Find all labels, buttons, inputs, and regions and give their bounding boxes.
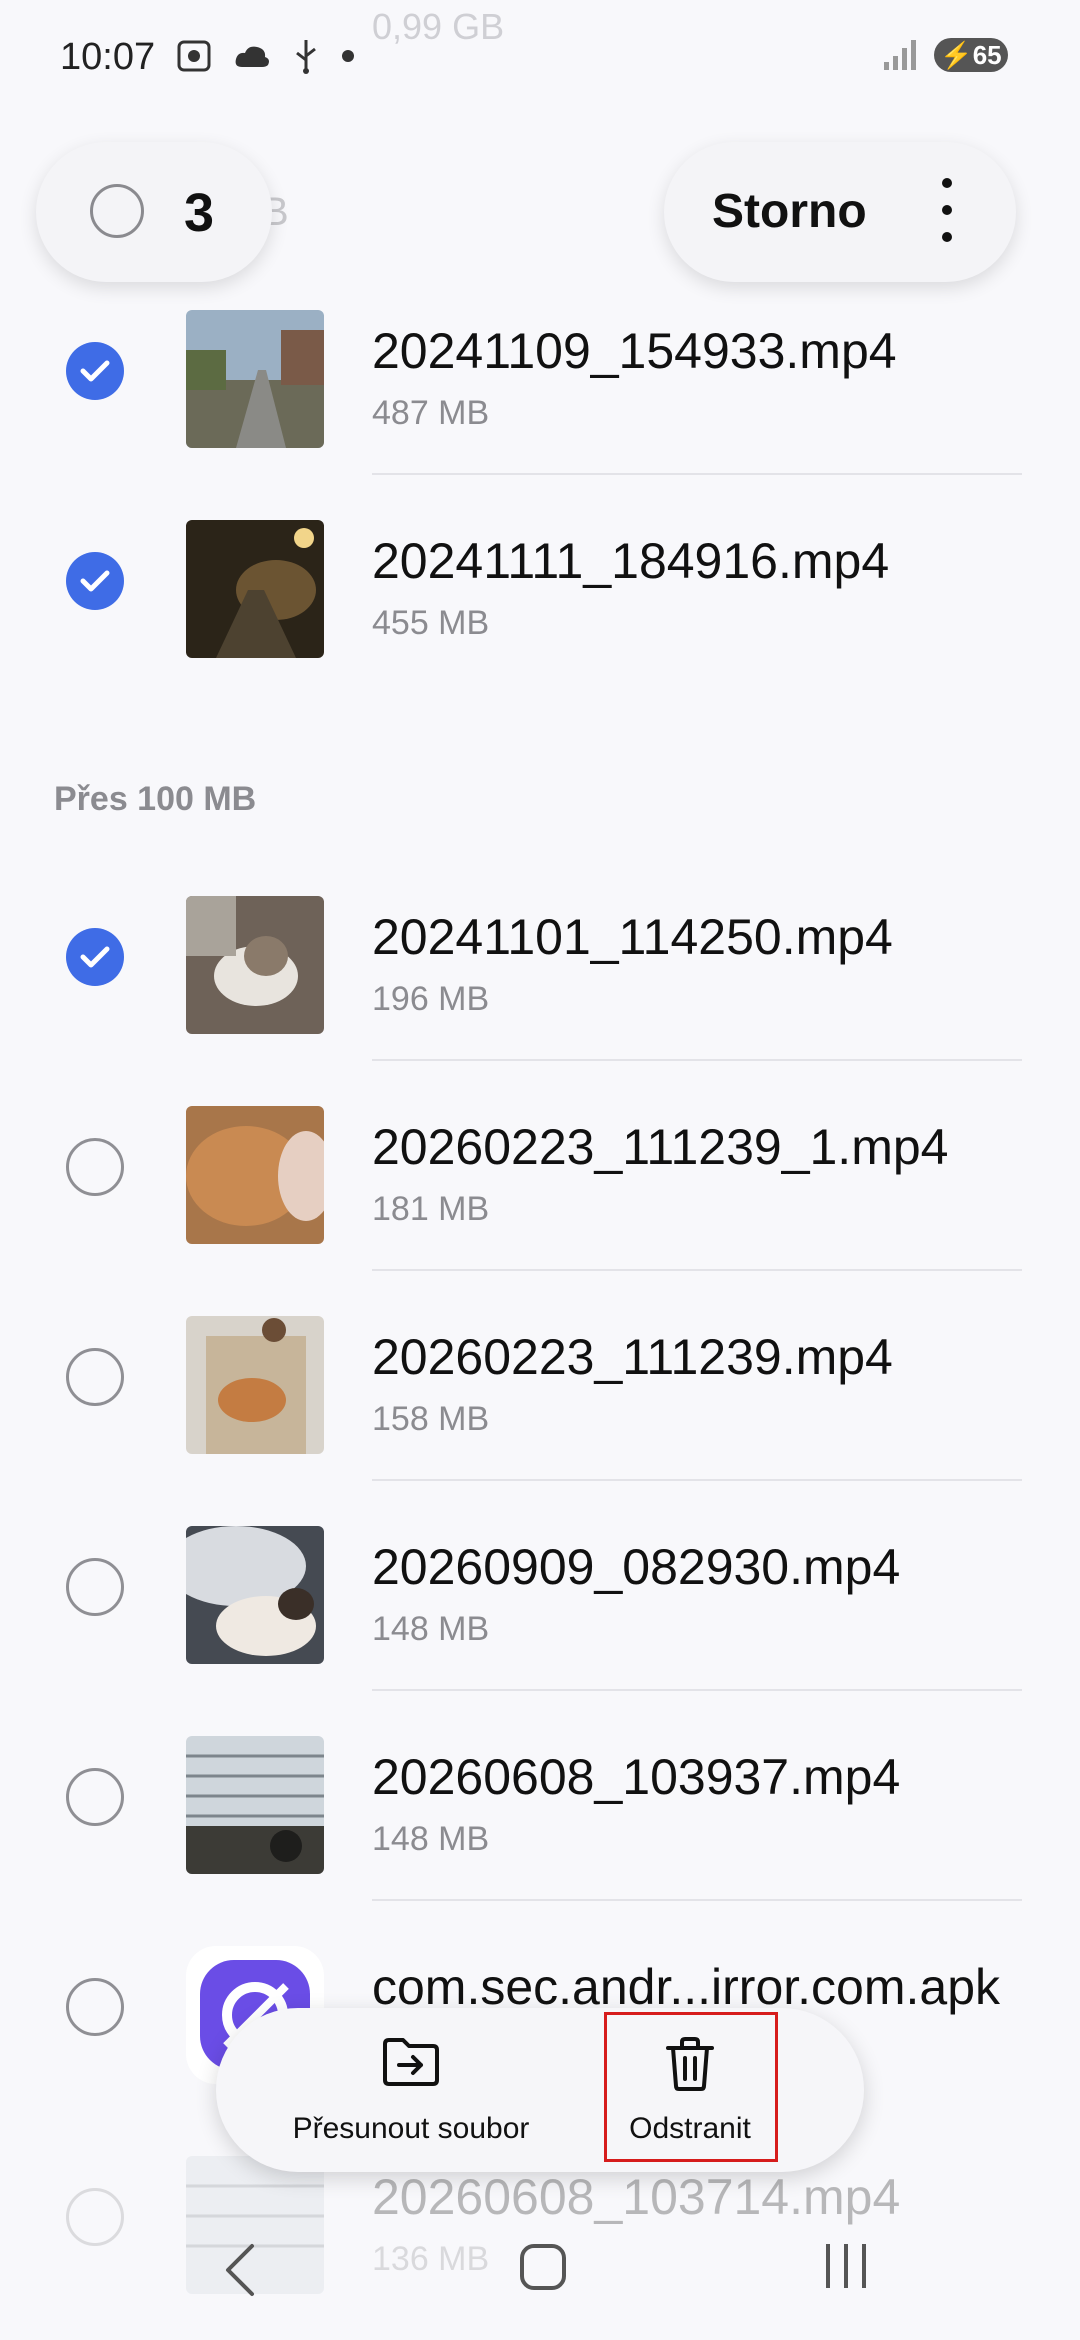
recents-icon[interactable] [826,2244,866,2288]
cancel-pill: Storno [664,142,1016,282]
screenshot-icon [177,40,211,72]
list-item[interactable]: 20241111_184916.mp4 455 MB [0,476,1080,686]
video-thumbnail [186,520,324,658]
back-icon[interactable] [220,2242,260,2298]
file-name: 20260608_103714.mp4 [372,2169,901,2225]
battery-bolt-icon: ⚡ [940,39,973,70]
list-item[interactable]: 20260223_111239.mp4 158 MB [0,1272,1080,1482]
list-item[interactable]: 20241101_114250.mp4 196 MB [0,852,1080,1062]
file-size: 487 MB [372,394,490,432]
file-name: 20260909_082930.mp4 [372,1539,901,1595]
checkbox-unchecked[interactable] [66,1138,124,1196]
video-thumbnail [186,310,324,448]
checkbox-checked[interactable] [66,342,124,400]
section-header: Přes 100 MB [54,780,257,818]
file-size: 148 MB [372,1610,490,1648]
file-name: 20241111_184916.mp4 [372,533,890,589]
file-size: 181 MB [372,1190,490,1228]
battery-level: 65 [972,39,1002,70]
file-name: 20260223_111239_1.mp4 [372,1119,949,1175]
delete-highlight-box [604,2012,778,2162]
file-size: 148 MB [372,1820,490,1858]
list-item[interactable]: 20241109_154933.mp4 487 MB [0,266,1080,476]
status-bar: 0,99 GB 10:07 ⚡ 65 [0,0,1080,120]
video-thumbnail [186,1736,324,1874]
file-size: 455 MB [372,604,490,642]
home-icon[interactable] [520,2244,566,2290]
divider [372,1479,1022,1481]
signal-icon [884,40,916,70]
status-right: ⚡ 65 [882,38,1008,72]
file-name: 20260223_111239.mp4 [372,1329,893,1385]
divider [372,1269,1022,1271]
checkbox-unchecked[interactable] [66,1348,124,1406]
file-name: 20241109_154933.mp4 [372,323,897,379]
checkbox-unchecked[interactable] [66,1558,124,1616]
move-file-button[interactable]: Přesunout soubor [256,2008,566,2172]
file-name: 20260608_103937.mp4 [372,1749,901,1805]
video-thumbnail [186,1316,324,1454]
checkbox-unchecked[interactable] [66,1978,124,2036]
ghost-storage-text: 0,99 GB [372,6,505,47]
video-thumbnail [186,1526,324,1664]
checkmark-icon [80,360,110,382]
checkmark-icon [80,946,110,968]
file-size: 158 MB [372,1400,490,1438]
checkmark-icon [80,570,110,592]
battery-indicator: ⚡ 65 [934,38,1008,72]
file-name: 20241101_114250.mp4 [372,909,893,965]
list-item[interactable]: 20260608_103937.mp4 148 MB [0,1692,1080,1902]
checkbox-unchecked[interactable] [66,1768,124,1826]
selected-count: 3 [184,183,215,243]
usb-icon [296,40,316,74]
list-item[interactable]: 20260223_111239_1.mp4 181 MB [0,1062,1080,1272]
move-file-label: Přesunout soubor [292,2112,530,2145]
divider [372,1689,1022,1691]
list-item[interactable]: 20260909_082930.mp4 148 MB [0,1482,1080,1692]
status-icons [176,38,356,74]
status-time: 10:07 [60,36,156,78]
cancel-button[interactable]: Storno [712,184,867,239]
file-size: 196 MB [372,980,490,1018]
select-all-pill[interactable]: 3 [36,142,272,282]
more-options-icon[interactable] [932,178,962,242]
navigation-bar [0,2230,1080,2340]
select-all-checkbox[interactable] [90,184,144,238]
divider [372,1899,1022,1901]
checkbox-checked[interactable] [66,552,124,610]
checkbox-checked[interactable] [66,928,124,986]
video-thumbnail [186,896,324,1034]
notification-dot-icon [342,50,354,62]
divider [372,1059,1022,1061]
divider [372,473,1022,475]
folder-move-icon [383,2038,439,2086]
cloud-icon [235,46,269,67]
video-thumbnail [186,1106,324,1244]
